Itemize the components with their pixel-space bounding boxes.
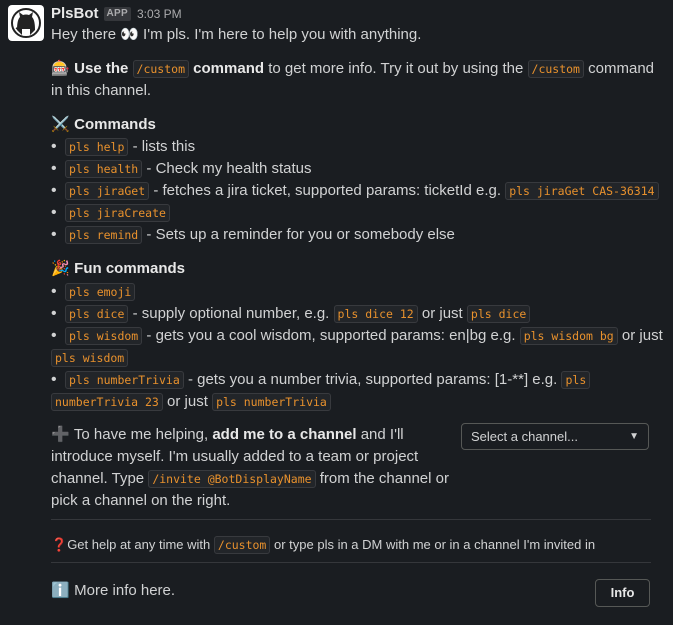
commands-title: Commands (74, 116, 156, 133)
command-or-text: or just (421, 305, 463, 322)
command-desc: - Sets up a reminder for you or somebody… (146, 226, 455, 243)
list-item: pls health - Check my health status (51, 158, 312, 180)
intro-line-2: in this channel. (51, 82, 152, 99)
info-button[interactable]: Info (595, 579, 650, 607)
help-text-post: or type pls in a DM with me or in a chan… (273, 537, 596, 552)
command-code: pls health (65, 160, 143, 178)
greeting-text: Hey there 👀 I'm pls. I'm here to help yo… (51, 26, 422, 43)
list-item: pls remind - Sets up a reminder for you … (51, 224, 455, 246)
command-desc: - lists this (132, 138, 196, 155)
app-badge: APP (103, 7, 131, 21)
help-text-pre: Get help at any time with (67, 537, 211, 552)
timestamp[interactable]: 3:03 PM (137, 3, 182, 25)
help-line: ❓Get help at any time with /custom or ty… (51, 534, 595, 556)
command-code: pls dice (65, 305, 129, 323)
add-line-4: pick a channel on the right. (51, 492, 231, 509)
custom-command-code-3: /custom (213, 536, 271, 554)
info-icon: ℹ️ (51, 582, 70, 599)
more-info-line: ℹ️ More info here. (51, 580, 175, 602)
command-code: pls remind (65, 226, 143, 244)
channel-select-placeholder: Select a channel... (471, 429, 578, 444)
command-example: numberTrivia 23 (51, 393, 163, 411)
plus-icon: ➕ (51, 426, 70, 443)
command-example: pls wisdom (51, 349, 129, 367)
party-popper-icon: 🎉 (51, 260, 70, 277)
list-item: pls wisdom - gets you a cool wisdom, sup… (51, 325, 663, 347)
crossed-swords-icon: ⚔️ (51, 116, 70, 133)
intro-line-1: 🎰 Use the /custom command to get more in… (51, 58, 654, 80)
bullet (51, 158, 65, 180)
command-desc: - Check my health status (146, 160, 312, 177)
github-logo-icon (11, 8, 41, 38)
bullet (51, 325, 65, 347)
intro-bold-prefix: Use the (74, 60, 129, 77)
fun-commands-title: Fun commands (74, 260, 186, 277)
list-item: pls help - lists this (51, 136, 195, 158)
command-example: pls (561, 371, 591, 389)
message-header: PlsBot APP 3:03 PM (51, 4, 182, 24)
intro-bold-command: command (193, 60, 265, 77)
chevron-down-icon: ▼ (629, 431, 639, 442)
list-item: pls dice - supply optional number, e.g. … (51, 303, 531, 325)
list-item: pls emoji (51, 281, 136, 303)
more-info-text: More info here. (74, 582, 176, 599)
command-example: pls numberTrivia (212, 393, 331, 411)
list-item-continuation: pls wisdom (51, 347, 129, 369)
intro-text-end: command (588, 60, 655, 77)
intro-text-mid: to get more info. Try it out by using th… (268, 60, 524, 77)
command-code: pls jiraGet (65, 182, 150, 200)
command-or-text: or just (621, 327, 663, 344)
invite-command-code: /invite @BotDisplayName (148, 470, 316, 488)
command-code: pls help (65, 138, 129, 156)
add-text-post: and I'll (360, 426, 404, 443)
command-example: pls dice 12 (333, 305, 418, 323)
command-example: pls wisdom bg (519, 327, 618, 345)
bullet (51, 202, 65, 224)
command-desc: - gets you a number trivia, supported pa… (187, 371, 558, 388)
avatar[interactable] (8, 5, 44, 41)
add-line-3-post: from the channel or (319, 470, 449, 487)
command-desc: - supply optional number, e.g. (132, 305, 330, 322)
add-line-1: ➕ To have me helping, add me to a channe… (51, 424, 404, 446)
command-code: pls jiraCreate (65, 204, 170, 222)
custom-command-code-2: /custom (527, 60, 584, 78)
add-line-3: channel. Type /invite @BotDisplayName fr… (51, 468, 449, 490)
command-example: pls dice (466, 305, 531, 323)
fun-commands-heading: 🎉 Fun commands (51, 258, 185, 280)
list-item: pls jiraGet - fetches a jira ticket, sup… (51, 180, 659, 202)
command-desc: - fetches a jira ticket, supported param… (153, 182, 502, 199)
channel-select[interactable]: Select a channel... ▼ (461, 423, 649, 450)
command-or-text: or just (167, 393, 208, 410)
add-text-pre: To have me helping, (73, 426, 209, 443)
commands-heading: ⚔️ Commands (51, 114, 156, 136)
command-example: pls jiraGet CAS-36314 (505, 182, 659, 200)
add-line-3-pre: channel. Type (51, 470, 145, 487)
divider (51, 519, 651, 520)
command-code: pls wisdom (65, 327, 143, 345)
command-desc: - gets you a cool wisdom, supported para… (146, 327, 516, 344)
bullet (51, 180, 65, 202)
bullet (51, 303, 65, 325)
slot-machine-icon: 🎰 (51, 60, 70, 77)
list-item: pls numberTrivia - gets you a number tri… (51, 369, 591, 391)
list-item-continuation: numberTrivia 23 or just pls numberTrivia (51, 391, 331, 413)
bullet (51, 136, 65, 158)
bullet (51, 369, 65, 391)
add-text-bold: add me to a channel (212, 426, 357, 443)
add-line-2: introduce myself. I'm usually added to a… (51, 448, 419, 465)
sender-name[interactable]: PlsBot (51, 3, 99, 25)
divider (51, 562, 651, 563)
custom-command-code: /custom (132, 60, 189, 78)
command-code: pls emoji (65, 283, 136, 301)
question-mark-icon: ❓ (51, 537, 68, 552)
bullet (51, 281, 65, 303)
command-code: pls numberTrivia (65, 371, 184, 389)
bullet (51, 224, 65, 246)
list-item: pls jiraCreate (51, 202, 170, 224)
